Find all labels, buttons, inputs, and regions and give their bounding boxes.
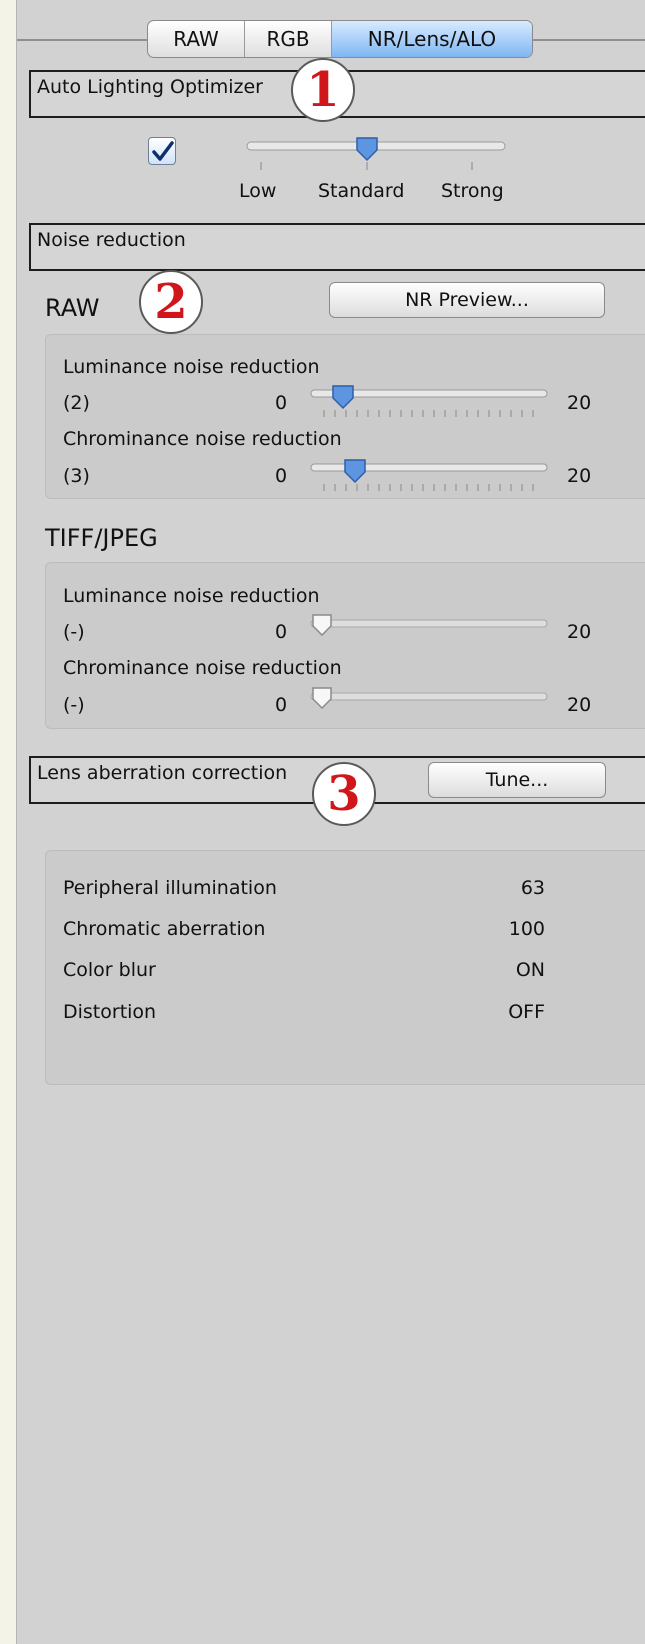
alo-enable-checkbox[interactable] <box>148 137 176 165</box>
callout-marker-2: 2 <box>139 270 203 334</box>
tiff-jpeg-section-title: TIFF/JPEG <box>45 524 158 552</box>
noise-title: Noise reduction <box>37 229 186 251</box>
alo-label-standard: Standard <box>318 180 405 202</box>
tiff-luminance-label: Luminance noise reduction <box>63 585 320 607</box>
tab-rgb[interactable]: RGB <box>245 21 332 57</box>
slider-thumb-icon <box>344 459 366 484</box>
raw-luminance-label: Luminance noise reduction <box>63 356 320 378</box>
slider-thumb-icon <box>312 687 332 710</box>
checkmark-icon <box>152 141 174 161</box>
tiff-chrominance-value: (-) <box>63 694 85 716</box>
tab-bar: RAW RGB NR/Lens/ALO <box>147 20 533 58</box>
lens-item-value: OFF <box>508 1001 545 1023</box>
lens-title: Lens aberration correction <box>37 762 288 784</box>
alo-label-low: Low <box>239 180 277 202</box>
tab-raw[interactable]: RAW <box>148 21 245 57</box>
raw-chrominance-max: 20 <box>567 465 592 487</box>
lens-item-value: ON <box>515 959 545 981</box>
raw-luminance-slider[interactable] <box>307 382 552 422</box>
raw-luminance-min: 0 <box>275 392 288 414</box>
tiff-chrominance-slider[interactable] <box>307 685 552 715</box>
lens-item-value: 63 <box>520 877 545 899</box>
tiff-luminance-value: (-) <box>63 621 85 643</box>
callout-marker-3: 3 <box>312 762 376 826</box>
alo-title: Auto Lighting Optimizer <box>37 76 263 98</box>
raw-chrominance-min: 0 <box>275 465 288 487</box>
tune-button[interactable]: Tune... <box>428 762 606 798</box>
tiff-chrominance-min: 0 <box>275 694 288 716</box>
nr-preview-button[interactable]: NR Preview... <box>329 282 605 318</box>
alo-level-slider[interactable] <box>237 132 517 180</box>
slider-thumb-icon <box>356 137 378 162</box>
raw-section-title: RAW <box>45 294 100 322</box>
tiff-luminance-slider[interactable] <box>307 612 552 642</box>
alo-label-strong: Strong <box>441 180 504 202</box>
tiff-luminance-max: 20 <box>567 621 592 643</box>
tiff-luminance-min: 0 <box>275 621 288 643</box>
tab-nr-lens-alo[interactable]: NR/Lens/ALO <box>332 21 532 57</box>
lens-item-value: 100 <box>508 918 545 940</box>
slider-thumb-icon <box>332 385 354 410</box>
tiff-chrominance-max: 20 <box>567 694 592 716</box>
raw-chrominance-label: Chrominance noise reduction <box>63 428 342 450</box>
slider-thumb-icon <box>312 614 332 637</box>
raw-chrominance-slider[interactable] <box>307 456 552 496</box>
raw-luminance-value: (2) <box>63 392 90 414</box>
noise-header: Noise reduction <box>29 223 645 271</box>
tiff-chrominance-label: Chrominance noise reduction <box>63 657 342 679</box>
raw-chrominance-value: (3) <box>63 465 90 487</box>
tool-palette: RAW RGB NR/Lens/ALO Auto Lighting Optimi… <box>16 0 645 1644</box>
callout-marker-1: 1 <box>291 58 355 122</box>
raw-luminance-max: 20 <box>567 392 592 414</box>
